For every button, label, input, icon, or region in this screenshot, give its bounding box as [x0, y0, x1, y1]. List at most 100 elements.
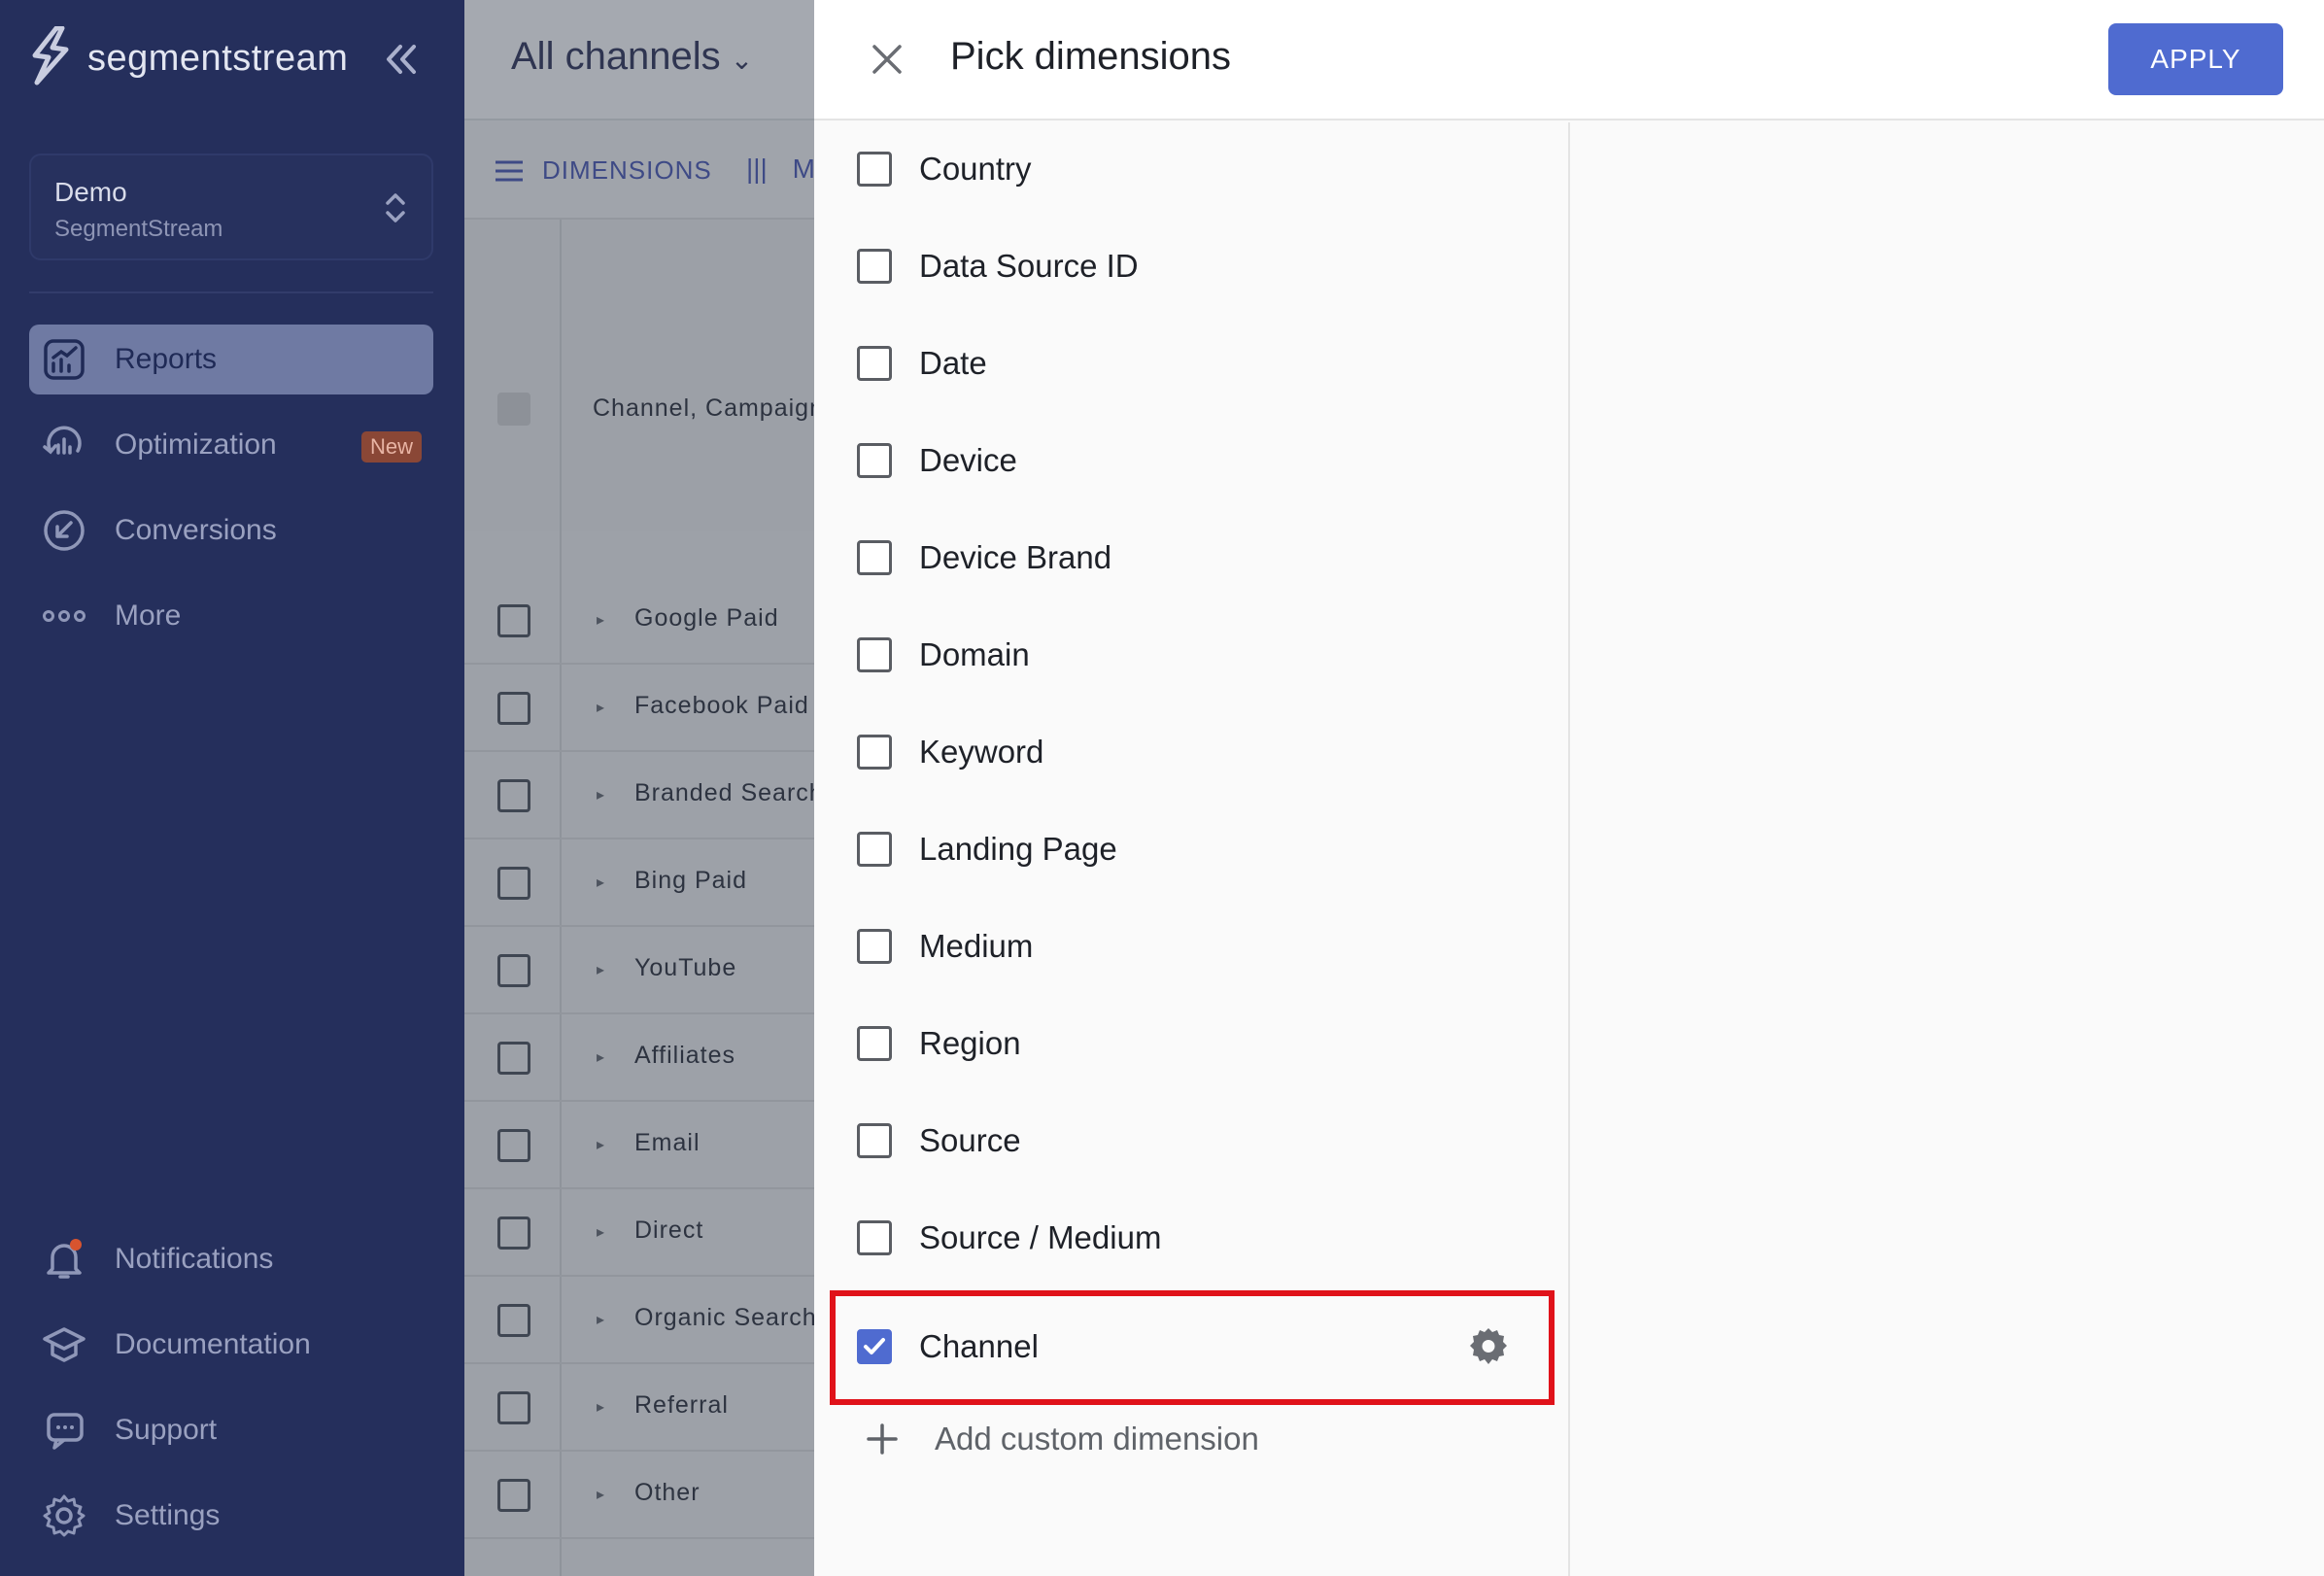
table-row[interactable]: ▸ YouTube	[464, 927, 814, 1014]
dimension-checkbox[interactable]	[857, 637, 892, 672]
caret-right-icon[interactable]: ▸	[597, 698, 604, 717]
dimension-item-device-brand[interactable]: Device Brand	[843, 519, 1543, 597]
caret-right-icon[interactable]: ▸	[597, 1135, 604, 1154]
brand-logo[interactable]: segmentstream	[27, 26, 349, 89]
page-title: All channels	[511, 35, 721, 78]
dimension-checkbox[interactable]	[857, 152, 892, 187]
dimension-item-landing-page[interactable]: Landing Page	[843, 810, 1543, 888]
table-row[interactable]: ▸ Branded Search	[464, 752, 814, 839]
sidebar-item-reports[interactable]: Reports	[29, 325, 433, 394]
channel-selector[interactable]: All channels ⌄	[511, 35, 753, 79]
dimension-checkbox[interactable]	[857, 249, 892, 284]
dimension-item-keyword[interactable]: Keyword	[843, 713, 1543, 791]
sidebar-item-label: Documentation	[115, 1328, 311, 1360]
sidebar-item-more[interactable]: More	[29, 581, 433, 651]
dimension-item-source[interactable]: Source	[843, 1102, 1543, 1180]
dimension-item-device[interactable]: Device	[843, 422, 1543, 499]
dimension-item-source-medium[interactable]: Source / Medium	[843, 1199, 1543, 1277]
dimension-checkbox[interactable]	[857, 832, 892, 867]
workspace-switcher[interactable]: Demo SegmentStream	[29, 154, 433, 260]
table-row[interactable]: ▸ Organic Search	[464, 1277, 814, 1364]
apply-button[interactable]: APPLY	[2108, 23, 2283, 95]
sidebar-item-notifications[interactable]: Notifications	[29, 1224, 433, 1294]
row-checkbox[interactable]	[497, 1304, 530, 1337]
dimension-checkbox[interactable]	[857, 929, 892, 964]
row-checkbox[interactable]	[497, 1479, 530, 1512]
row-label: Referral	[634, 1391, 729, 1419]
caret-right-icon[interactable]: ▸	[597, 873, 604, 892]
row-checkbox[interactable]	[497, 1216, 530, 1250]
row-checkbox[interactable]	[497, 1129, 530, 1162]
dimension-checkbox[interactable]	[857, 1123, 892, 1158]
dimension-label: Domain	[919, 636, 1030, 672]
caret-right-icon[interactable]: ▸	[597, 1310, 604, 1329]
table-row[interactable]: ▸ Bing Paid	[464, 839, 814, 927]
dimension-label: Device Brand	[919, 539, 1112, 575]
dimension-checkbox[interactable]	[857, 1026, 892, 1061]
pick-dimensions-drawer: Pick dimensions APPLY Country Data Sourc…	[814, 0, 2324, 1576]
dimension-checkbox[interactable]	[857, 1220, 892, 1255]
row-checkbox[interactable]	[497, 1391, 530, 1424]
brand-name: segmentstream	[87, 37, 349, 79]
caret-right-icon[interactable]: ▸	[597, 1397, 604, 1417]
sidebar-item-optimization[interactable]: Optimization New	[29, 410, 433, 480]
dimension-checkbox[interactable]	[857, 346, 892, 381]
close-icon[interactable]	[865, 37, 909, 82]
dimension-item-data-source-id[interactable]: Data Source ID	[843, 227, 1543, 305]
table-row[interactable]: ▸ Email	[464, 1102, 814, 1189]
drawer-title: Pick dimensions	[950, 35, 1232, 78]
dimension-label: Landing Page	[919, 831, 1117, 867]
row-label: YouTube	[634, 954, 737, 981]
row-checkbox[interactable]	[497, 692, 530, 725]
caret-right-icon[interactable]: ▸	[597, 960, 604, 979]
caret-right-icon[interactable]: ▸	[597, 1485, 604, 1504]
dimension-item-date[interactable]: Date	[843, 325, 1543, 402]
row-checkbox[interactable]	[497, 779, 530, 812]
table-row[interactable]: ▸ Referral	[464, 1364, 814, 1452]
caret-right-icon[interactable]: ▸	[597, 610, 604, 630]
dimension-label: Country	[919, 151, 1032, 187]
workspace-name: Demo	[54, 177, 127, 207]
sidebar-item-conversions[interactable]: Conversions	[29, 496, 433, 565]
collapse-sidebar-icon[interactable]	[383, 37, 418, 82]
report-header: All channels ⌄	[464, 0, 814, 120]
chevron-down-icon: ⌄	[730, 45, 754, 75]
sidebar-item-settings[interactable]: Settings	[29, 1481, 433, 1551]
table-row[interactable]: ▸ Other	[464, 1452, 814, 1539]
table-row[interactable]: ▸ Affiliates	[464, 1014, 814, 1102]
sidebar: segmentstream Demo SegmentStream Reports…	[0, 0, 464, 1576]
row-checkbox[interactable]	[497, 954, 530, 987]
table-row[interactable]: ▸ Google Paid	[464, 577, 814, 665]
metrics-button[interactable]: ||| M	[746, 154, 814, 185]
row-label: Affiliates	[634, 1042, 736, 1069]
dimension-checkbox-checked[interactable]	[857, 1329, 892, 1364]
caret-right-icon[interactable]: ▸	[597, 1222, 604, 1242]
row-checkbox[interactable]	[497, 1042, 530, 1075]
dimensions-button[interactable]: DIMENSIONS	[494, 155, 712, 186]
dimension-item-domain[interactable]: Domain	[843, 616, 1543, 694]
dimension-checkbox[interactable]	[857, 443, 892, 478]
caret-right-icon[interactable]: ▸	[597, 1047, 604, 1067]
table-row[interactable]: ▸ Direct	[464, 1189, 814, 1277]
dimension-checkbox[interactable]	[857, 540, 892, 575]
report-main: All channels ⌄ DIMENSIONS ||| M Channel, …	[464, 0, 814, 1576]
report-toolbar: DIMENSIONS ||| M	[464, 120, 814, 220]
dimension-item-country[interactable]: Country	[843, 130, 1543, 208]
sidebar-item-documentation[interactable]: Documentation	[29, 1310, 433, 1380]
dimension-item-channel[interactable]: Channel	[843, 1308, 1543, 1386]
workspace-org: SegmentStream	[54, 216, 223, 242]
dimension-label: Source	[919, 1122, 1021, 1158]
dimension-checkbox[interactable]	[857, 735, 892, 770]
dimension-item-region[interactable]: Region	[843, 1005, 1543, 1082]
table-row[interactable]: ▸ Facebook Paid	[464, 665, 814, 752]
gear-icon[interactable]	[1467, 1325, 1510, 1368]
row-checkbox[interactable]	[497, 604, 530, 637]
row-label: Facebook Paid	[634, 692, 809, 719]
dimension-item-medium[interactable]: Medium	[843, 908, 1543, 985]
row-label: Google Paid	[634, 604, 779, 632]
row-checkbox[interactable]	[497, 867, 530, 900]
select-all-checkbox[interactable]	[497, 393, 530, 426]
add-custom-dimension-button[interactable]: Add custom dimension	[865, 1421, 1259, 1457]
sidebar-item-support[interactable]: Support	[29, 1395, 433, 1465]
caret-right-icon[interactable]: ▸	[597, 785, 604, 805]
